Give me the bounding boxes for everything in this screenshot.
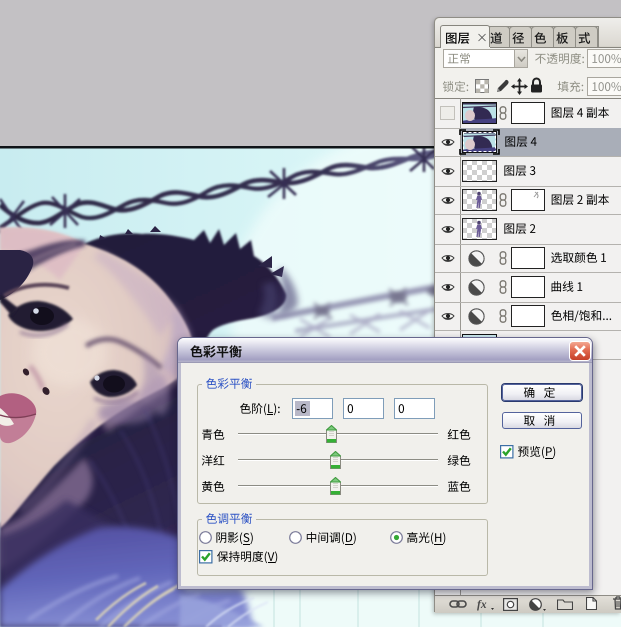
svg-text:fx: fx	[477, 599, 487, 611]
